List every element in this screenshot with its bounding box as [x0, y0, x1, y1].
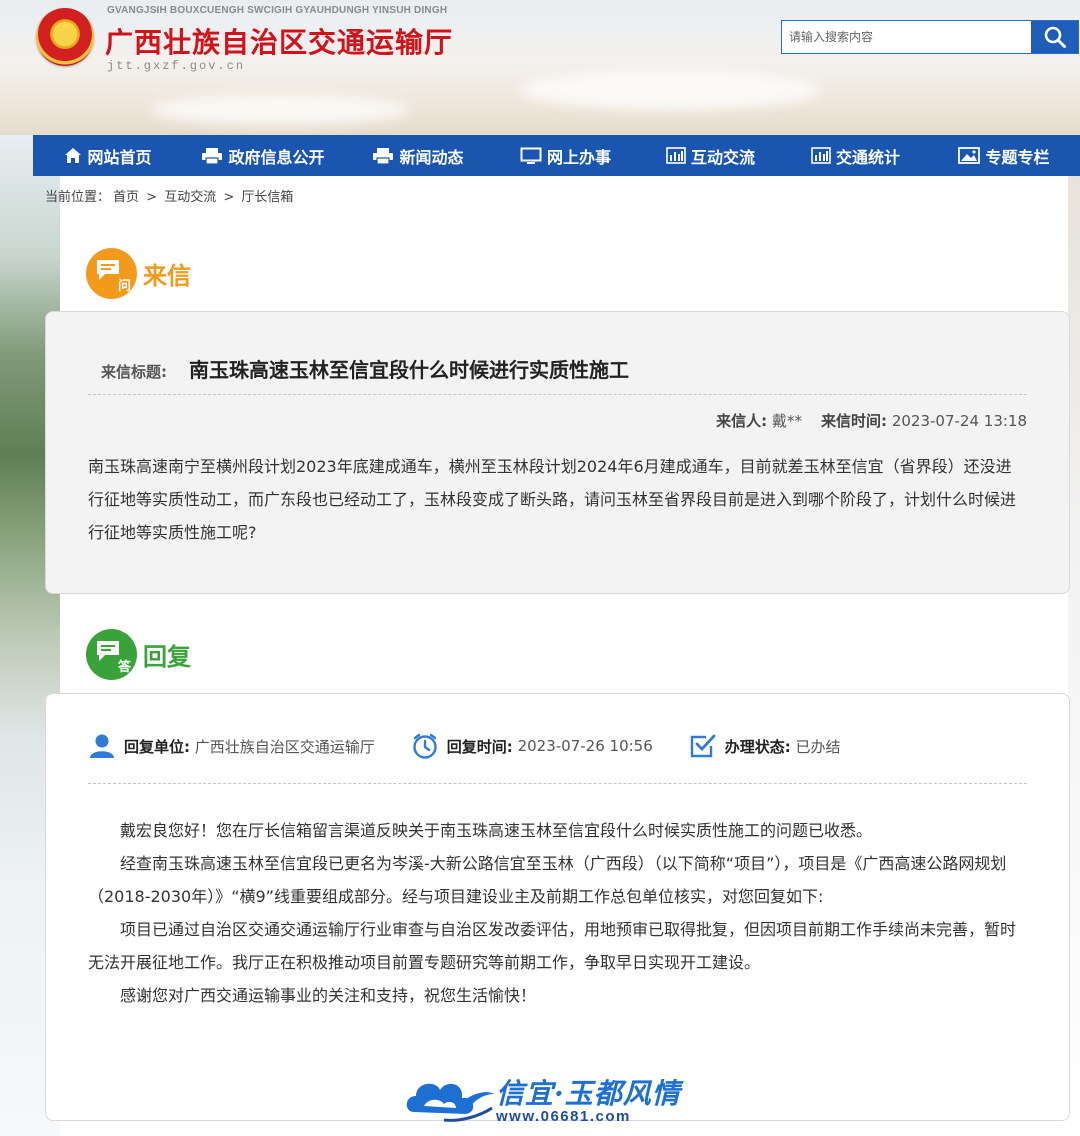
- letter-section-heading: 问 来信: [86, 248, 191, 299]
- breadcrumb-mailbox-link[interactable]: 厅长信箱: [241, 190, 293, 205]
- site-pinyin-name: GVANGJSIH BOUXCUENGH SWCIGIH GYAUHDUNGH …: [107, 5, 448, 16]
- letter-title-label: 来信标题:: [101, 363, 167, 381]
- reply-unit-value: 广西壮族自治区交通运输厅: [194, 737, 375, 756]
- watermark-text: 信宜·玉都风情: [496, 1077, 681, 1110]
- search-input[interactable]: [782, 21, 1032, 53]
- letter-time-value: 2023-07-24 13:18: [891, 412, 1027, 430]
- divider: [88, 783, 1027, 784]
- reply-paragraph: 经查南玉珠高速玉林至信宜段已更名为岑溪-大新公路信宜至玉林（广西段）（以下简称“…: [88, 854, 1007, 906]
- nav-item-online-service[interactable]: 网上办事: [493, 135, 638, 176]
- nav-item-home[interactable]: 网站首页: [33, 135, 183, 176]
- reply-time-value: 2023-07-26 10:56: [517, 737, 653, 755]
- printer-icon: [202, 147, 223, 165]
- reply-paragraph: 感谢您对广西交通运输事业的关注和支持，祝您生活愉快！: [120, 986, 537, 1005]
- national-emblem-logo[interactable]: ★: [36, 8, 94, 66]
- search-button[interactable]: [1031, 21, 1078, 53]
- nav-label: 专题专栏: [985, 147, 1050, 167]
- breadcrumb-prefix: 当前位置：: [45, 190, 111, 205]
- nav-label: 网站首页: [87, 147, 152, 167]
- nav-label: 交通统计: [835, 147, 900, 167]
- sender-label: 来信人:: [716, 412, 768, 430]
- reply-meta: 回复单位: 广西壮族自治区交通运输厅 回复时间: 2023-07-26 10:5…: [88, 732, 877, 760]
- breadcrumb-separator: >: [146, 190, 158, 205]
- star-icon: ★: [58, 19, 72, 35]
- letter-body: 南玉珠高速南宁至横州段计划2023年底建成通车，横州至玉林段计划2024年6月建…: [88, 457, 1017, 542]
- reply-heading: 回复: [143, 642, 191, 671]
- nav-item-special-topics[interactable]: 专题专栏: [928, 135, 1080, 176]
- reply-status-label: 办理状态:: [724, 737, 791, 756]
- nav-item-interaction[interactable]: 互动交流: [638, 135, 783, 176]
- clock-icon: [413, 733, 437, 759]
- letter-icon-glyph: 问: [117, 279, 131, 294]
- reply-section-heading: 答 回复: [86, 629, 191, 680]
- nav-item-gov-info[interactable]: 政府信息公开: [183, 135, 343, 176]
- sender-value: 戴**: [771, 412, 802, 430]
- nav-item-statistics[interactable]: 交通统计: [783, 135, 928, 176]
- user-icon: [90, 734, 114, 758]
- reply-answer-icon: 答: [86, 629, 137, 680]
- bar-chart-icon: [666, 147, 686, 164]
- reply-unit-group: 回复单位: 广西壮族自治区交通运输厅: [88, 733, 375, 759]
- search-box: [781, 20, 1079, 54]
- reply-status-value: 已办结: [795, 737, 841, 756]
- site-domain: jtt.gxzf.gov.cn: [107, 59, 246, 73]
- main-nav: 网站首页 政府信息公开 新闻动态 网上办事 互动交流 交通统计 专题专栏: [33, 135, 1080, 176]
- watermark: 信宜·玉都风情 www.06681.com: [404, 1070, 684, 1130]
- site-title[interactable]: 广西壮族自治区交通运输厅: [105, 21, 453, 61]
- reply-time-group: 回复时间: 2023-07-26 10:56: [411, 732, 653, 760]
- nav-item-news[interactable]: 新闻动态: [343, 135, 493, 176]
- cloud-logo-icon: [406, 1083, 494, 1122]
- nav-label: 政府信息公开: [228, 147, 325, 167]
- search-icon: [1044, 26, 1066, 48]
- nav-label: 互动交流: [690, 147, 755, 167]
- home-icon: [65, 148, 82, 163]
- reply-icon-glyph: 答: [117, 660, 131, 675]
- letter-question-icon: 问: [86, 248, 137, 299]
- bar-chart-icon: [811, 147, 831, 164]
- reply-time-label: 回复时间:: [446, 737, 513, 756]
- breadcrumb-home-link[interactable]: 首页: [113, 190, 139, 205]
- letter-meta: 来信人: 戴** 来信时间: 2023-07-24 13:18: [716, 410, 1027, 431]
- letter-time-label: 来信时间:: [821, 412, 888, 430]
- letter-title: 南玉珠高速玉林至信宜段什么时候进行实质性施工: [189, 358, 629, 382]
- breadcrumb-separator: >: [223, 190, 235, 205]
- reply-paragraph: 项目已通过自治区交通交通运输厅行业审查与自治区发改委评估，用地预审已取得批复，但…: [88, 920, 1017, 972]
- image-icon: [958, 147, 981, 164]
- breadcrumb: 当前位置： 首页 > 互动交流 > 厅长信箱: [45, 186, 296, 205]
- breadcrumb-interaction-link[interactable]: 互动交流: [164, 190, 216, 205]
- letter-heading: 来信: [143, 261, 191, 290]
- reply-body: 戴宏良您好！您在厅长信箱留言渠道反映关于南玉珠高速玉林至信宜段什么时候实质性施工…: [88, 814, 1027, 1012]
- reply-card: 回复单位: 广西壮族自治区交通运输厅 回复时间: 2023-07-26 10:5…: [45, 693, 1070, 1121]
- site-header: ★ GVANGJSIH BOUXCUENGH SWCIGIH GYAUHDUNG…: [0, 0, 1080, 135]
- printer-icon: [373, 147, 394, 165]
- monitor-icon: [520, 147, 542, 164]
- nav-label: 新闻动态: [399, 147, 464, 167]
- checkbox-icon: [690, 734, 716, 758]
- reply-paragraph: 戴宏良您好！您在厅长信箱留言渠道反映关于南玉珠高速玉林至信宜段什么时候实质性施工…: [120, 821, 873, 840]
- letter-card: 来信标题: 南玉珠高速玉林至信宜段什么时候进行实质性施工 来信人: 戴** 来信…: [45, 311, 1070, 594]
- reply-unit-label: 回复单位:: [124, 737, 190, 756]
- divider: [88, 394, 1027, 395]
- nav-label: 网上办事: [546, 147, 611, 167]
- watermark-url: www.06681.com: [496, 1108, 631, 1125]
- reply-status-group: 办理状态: 已办结: [689, 733, 841, 759]
